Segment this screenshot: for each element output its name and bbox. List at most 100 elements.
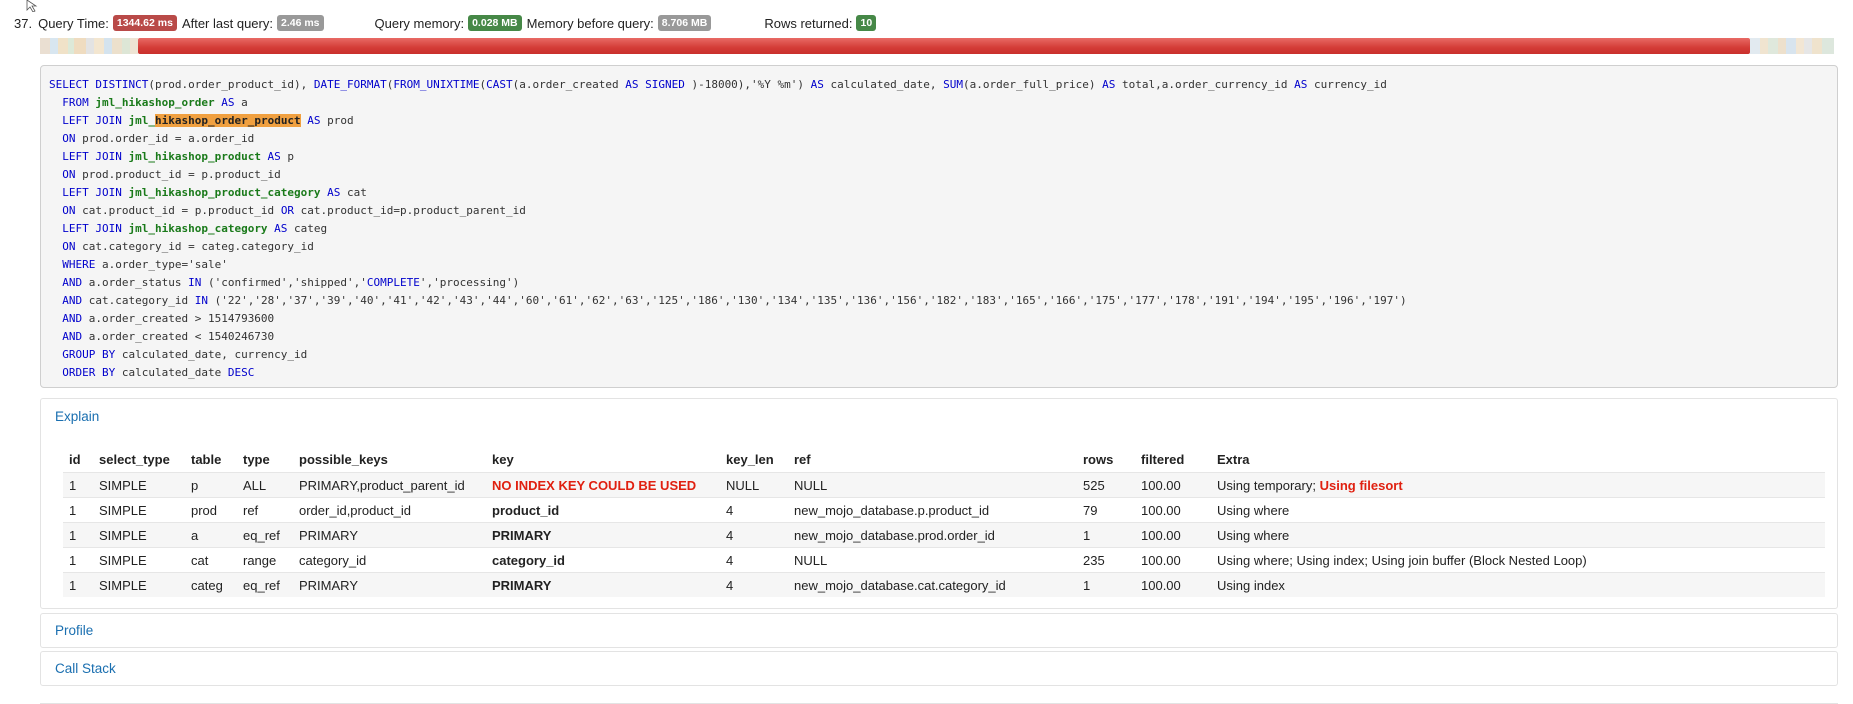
sql-keyword: AS bbox=[810, 78, 824, 91]
cell-key-len: 4 bbox=[720, 522, 788, 548]
cell-possible-keys: PRIMARY bbox=[293, 522, 486, 548]
sql-table-name: jml_hikashop_order bbox=[95, 96, 215, 109]
query-memory-label: Query memory: bbox=[374, 15, 465, 31]
sql-text: )-18000),'%Y %m') bbox=[684, 78, 811, 91]
sql-text: calculated_date, bbox=[823, 78, 944, 91]
table-row: 1 SIMPLE p ALL PRIMARY,product_parent_id… bbox=[63, 472, 1825, 498]
column-header: select_type bbox=[99, 452, 170, 467]
sql-keyword: AND bbox=[49, 294, 83, 307]
query-number: 37. bbox=[14, 15, 33, 31]
table-row: 1 SIMPLE a eq_ref PRIMARY PRIMARY 4 new_… bbox=[63, 522, 1825, 548]
sql-text: ('confirmed','shipped',' bbox=[201, 276, 367, 289]
sql-line: WHERE a.order_type='sale' bbox=[49, 256, 1829, 274]
sql-text: cat.product_id = p.product_id bbox=[75, 204, 281, 217]
cell-filtered: 100.00 bbox=[1135, 572, 1211, 597]
cell-key-len: 4 bbox=[720, 497, 788, 523]
sql-keyword: ON bbox=[49, 168, 76, 181]
sql-search-highlight: hikashop_order_product bbox=[154, 114, 301, 127]
cell-ref: new_mojo_database.cat.category_id bbox=[788, 572, 1077, 597]
cell-ref: new_mojo_database.p.product_id bbox=[788, 497, 1077, 523]
sql-keyword: AS bbox=[320, 186, 341, 199]
cell-extra: Using where bbox=[1211, 522, 1825, 548]
cell-rows: 1 bbox=[1077, 572, 1135, 597]
cell-select-type: SIMPLE bbox=[93, 572, 185, 597]
cell-type: range bbox=[237, 547, 293, 573]
sql-keyword: AS bbox=[300, 114, 321, 127]
sql-keyword: LEFT JOIN bbox=[49, 114, 129, 127]
explain-toggle-link[interactable]: Explain bbox=[41, 399, 1837, 435]
mouse-pointer-icon bbox=[26, 0, 38, 12]
column-header: id bbox=[69, 452, 81, 467]
cell-select-type: SIMPLE bbox=[93, 497, 185, 523]
explain-table: id select_type table type possible_keys … bbox=[63, 447, 1825, 597]
cell-possible-keys: order_id,product_id bbox=[293, 497, 486, 523]
column-header: possible_keys bbox=[299, 452, 388, 467]
sql-keyword: AND bbox=[49, 276, 83, 289]
sql-keyword: AND bbox=[49, 312, 83, 325]
profile-toggle-link[interactable]: Profile bbox=[41, 614, 1837, 647]
cell-id: 1 bbox=[63, 572, 93, 597]
cell-ref: NULL bbox=[788, 547, 1077, 573]
sql-keyword: IN bbox=[188, 276, 202, 289]
column-header: rows bbox=[1083, 452, 1114, 467]
memory-before-label: Memory before query: bbox=[526, 15, 654, 31]
sql-text: a.order_status bbox=[82, 276, 189, 289]
cell-extra: Using index bbox=[1211, 572, 1825, 597]
table-row: 1 SIMPLE categ eq_ref PRIMARY PRIMARY 4 … bbox=[63, 572, 1825, 597]
cell-table: categ bbox=[185, 572, 237, 597]
sql-line: ON cat.category_id = categ.category_id bbox=[49, 238, 1829, 256]
sql-line: ORDER BY calculated_date DESC bbox=[49, 364, 1829, 382]
sql-table-name: jml_hikashop_product_category bbox=[128, 186, 321, 199]
call-stack-panel: Call Stack bbox=[40, 651, 1838, 686]
sql-table-name: jml_ bbox=[128, 114, 155, 127]
cell-type: eq_ref bbox=[237, 522, 293, 548]
sql-keyword: SELECT DISTINCT bbox=[49, 78, 149, 91]
column-header: table bbox=[191, 452, 222, 467]
sql-table-name: jml_hikashop_category bbox=[128, 222, 268, 235]
cell-table: a bbox=[185, 522, 237, 548]
explain-panel: Explain id select_type table type possib… bbox=[40, 398, 1838, 609]
cell-possible-keys: category_id bbox=[293, 547, 486, 573]
cell-key-len: NULL bbox=[720, 472, 788, 498]
sql-line: LEFT JOIN jml_hikashop_product AS p bbox=[49, 148, 1829, 166]
after-last-query-badge: 2.46 ms bbox=[276, 15, 324, 31]
call-stack-toggle-link[interactable]: Call Stack bbox=[41, 652, 1837, 685]
cell-extra: Using where; Using index; Using join buf… bbox=[1211, 547, 1825, 573]
cell-key: product_id bbox=[486, 497, 720, 523]
sql-text: total,a.order_currency_id bbox=[1115, 78, 1295, 91]
sql-text: cat.product_id=p.product_parent_id bbox=[294, 204, 526, 217]
sql-keyword: AS bbox=[1102, 78, 1116, 91]
sql-keyword: AS bbox=[267, 222, 288, 235]
cell-rows: 1 bbox=[1077, 522, 1135, 548]
sql-line: AND cat.category_id IN ('22','28','37','… bbox=[49, 292, 1829, 310]
sql-line: FROM jml_hikashop_order AS a bbox=[49, 94, 1829, 112]
sql-text: a bbox=[234, 96, 248, 109]
cell-possible-keys: PRIMARY,product_parent_id bbox=[293, 472, 486, 498]
sql-line: ON prod.product_id = p.product_id bbox=[49, 166, 1829, 184]
cell-type: ref bbox=[237, 497, 293, 523]
sql-keyword: AS bbox=[1294, 78, 1308, 91]
current-query-segment bbox=[138, 38, 1750, 54]
cell-table: cat bbox=[185, 547, 237, 573]
cell-type: eq_ref bbox=[237, 572, 293, 597]
cell-filtered: 100.00 bbox=[1135, 497, 1211, 523]
sql-keyword: ORDER BY bbox=[49, 366, 116, 379]
sql-line: AND a.order_created < 1540246730 bbox=[49, 328, 1829, 346]
sql-line: LEFT JOIN jml_hikashop_product_category … bbox=[49, 184, 1829, 202]
sql-line: AND a.order_created > 1514793600 bbox=[49, 310, 1829, 328]
sql-text: a.order_created > 1514793600 bbox=[82, 312, 275, 325]
extra-warning: Using filesort bbox=[1319, 477, 1403, 493]
cell-filtered: 100.00 bbox=[1135, 472, 1211, 498]
column-header: type bbox=[243, 452, 270, 467]
sql-text: (a.order_created bbox=[512, 78, 626, 91]
sql-text: ','processing') bbox=[419, 276, 520, 289]
sql-text: currency_id bbox=[1307, 78, 1387, 91]
query-memory-badge: 0.028 MB bbox=[468, 15, 522, 31]
table-row: 1 SIMPLE prod ref order_id,product_id pr… bbox=[63, 497, 1825, 523]
sql-table-name: jml_hikashop_product bbox=[128, 150, 261, 163]
sql-line: SELECT DISTINCT(prod.order_product_id), … bbox=[49, 76, 1829, 94]
sql-keyword: COMPLETE bbox=[366, 276, 420, 289]
sql-function: CAST bbox=[486, 78, 513, 91]
sql-keyword: AS bbox=[214, 96, 235, 109]
rows-returned-badge: 10 bbox=[856, 15, 877, 31]
